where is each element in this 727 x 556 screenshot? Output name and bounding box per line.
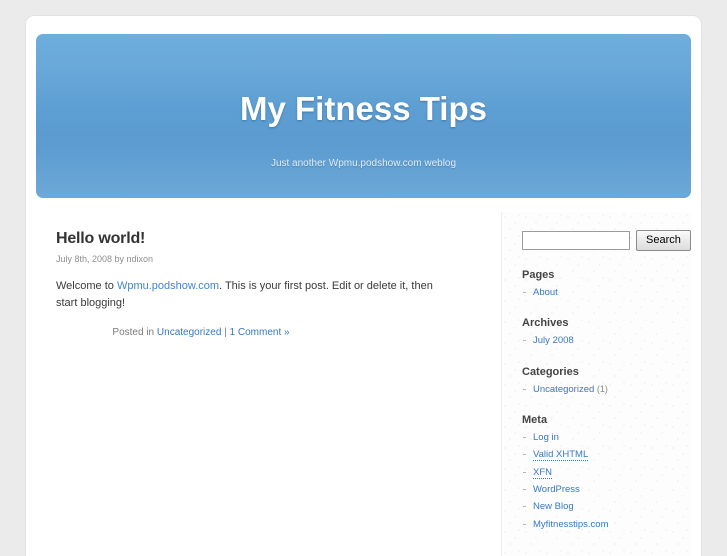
bullet-icon (523, 388, 526, 390)
list-item[interactable]: Log in (522, 432, 691, 444)
bullet-icon (523, 523, 526, 525)
post-meta: Posted in Uncategorized | 1 Comment » (56, 327, 456, 338)
sidebar-section-categories: Categories Uncategorized (1) (502, 366, 691, 396)
search-button[interactable]: Search (636, 230, 691, 251)
sidebar-heading: Pages (522, 269, 555, 281)
sidebar-link-site[interactable]: Myfitnesstips.com (533, 519, 609, 530)
list-item[interactable]: XFN (522, 466, 691, 479)
sidebar: Search Pages About Archives July 2008 Ca… (501, 212, 691, 556)
sidebar-link-valid-xhtml[interactable]: Valid XHTML (533, 449, 589, 462)
bullet-icon (523, 506, 526, 508)
site-tagline: Just another Wpmu.podshow.com weblog (270, 158, 457, 169)
page-container: My Fitness Tips Just another Wpmu.podsho… (26, 16, 701, 556)
sidebar-section-meta: Meta Log in Valid XHTML XFN WordPress Ne… (502, 414, 691, 531)
sidebar-list: Uncategorized (1) (522, 384, 691, 396)
list-item[interactable]: About (522, 287, 691, 299)
post-category-link[interactable]: Uncategorized (157, 327, 221, 338)
sidebar-link-xfn[interactable]: XFN (533, 466, 552, 479)
sidebar-section-archives: Archives July 2008 (502, 317, 691, 347)
bullet-icon (523, 292, 526, 293)
list-item[interactable]: WordPress (522, 484, 691, 496)
sidebar-heading: Categories (522, 365, 579, 378)
bullet-icon (523, 454, 526, 456)
bullet-icon (523, 437, 526, 439)
sidebar-section-pages: Pages About (502, 269, 691, 299)
sidebar-link[interactable]: July 2008 (533, 335, 574, 346)
sidebar-heading: Meta (522, 414, 548, 427)
post-comments-link[interactable]: 1 Comment » (230, 327, 290, 338)
list-item[interactable]: Uncategorized (1) (522, 384, 691, 396)
sidebar-list: Log in Valid XHTML XFN WordPress New Blo… (522, 432, 691, 531)
site-title: My Fitness Tips (240, 90, 487, 127)
list-item[interactable]: July 2008 (522, 335, 691, 347)
search-input[interactable] (522, 231, 630, 250)
site-header-banner: My Fitness Tips Just another Wpmu.podsho… (36, 34, 691, 198)
bullet-icon (523, 340, 526, 342)
list-item[interactable]: New Blog (522, 501, 691, 513)
search-form: Search (502, 226, 691, 251)
list-item[interactable]: Myfitnesstips.com (522, 519, 691, 531)
sidebar-list: July 2008 (522, 335, 691, 347)
sidebar-list: About (522, 287, 691, 299)
sidebar-link-new-blog[interactable]: New Blog (533, 501, 574, 512)
post-meta-separator: | (221, 327, 230, 338)
sidebar-link-login[interactable]: Log in (533, 432, 559, 443)
sidebar-link[interactable]: About (533, 287, 558, 298)
body-columns: Hello world! July 8th, 2008 by ndixon We… (36, 212, 691, 556)
bullet-icon (523, 471, 526, 473)
main-content: Hello world! July 8th, 2008 by ndixon We… (36, 212, 476, 338)
list-item[interactable]: Valid XHTML (522, 449, 691, 462)
item-count: (1) (596, 383, 608, 394)
post-body-link[interactable]: Wpmu.podshow.com (117, 280, 219, 292)
post-date-byline: July 8th, 2008 by ndixon (56, 254, 154, 264)
bullet-icon (523, 489, 526, 491)
post-meta-posted-in-label: Posted in (112, 327, 157, 338)
post-body-text-before: Welcome to (56, 280, 117, 292)
post-title[interactable]: Hello world! (56, 230, 456, 248)
sidebar-link[interactable]: Uncategorized (533, 384, 594, 395)
sidebar-heading: Archives (522, 317, 569, 330)
sidebar-link-wordpress[interactable]: WordPress (533, 484, 580, 495)
post-body: Welcome to Wpmu.podshow.com. This is you… (56, 278, 456, 311)
